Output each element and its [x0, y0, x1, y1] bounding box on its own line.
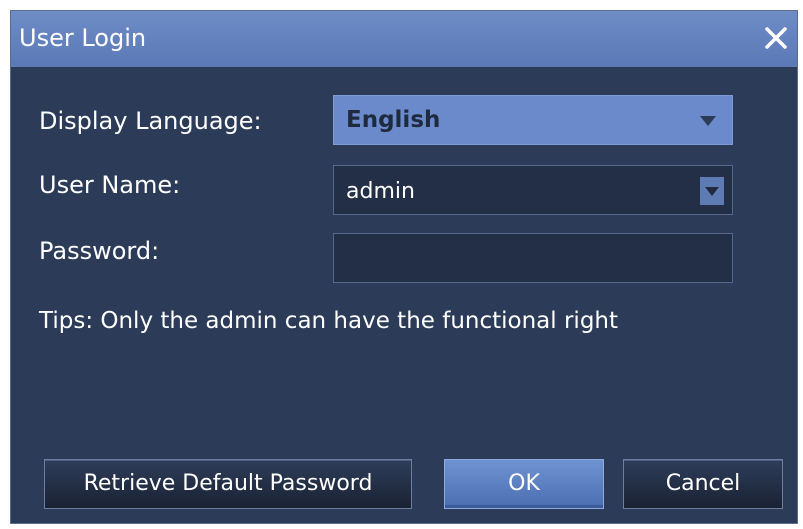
dropdown-arrow-button[interactable]	[700, 177, 724, 205]
display-language-select[interactable]: English	[333, 95, 733, 145]
user-name-select[interactable]: admin	[333, 165, 733, 215]
chevron-down-icon	[705, 187, 719, 196]
ok-button[interactable]: OK	[444, 459, 604, 509]
tips-text: Tips: Only the admin can have the functi…	[39, 308, 619, 334]
dialog-titlebar[interactable]: User Login	[11, 11, 797, 67]
user-name-value: admin	[346, 179, 415, 204]
login-dialog: User Login Display Language: English Use…	[10, 10, 798, 524]
user-name-label: User Name:	[39, 171, 181, 199]
close-icon[interactable]	[759, 21, 793, 55]
password-label: Password:	[39, 237, 160, 265]
password-input[interactable]	[333, 233, 733, 283]
chevron-down-icon[interactable]	[700, 116, 716, 126]
cancel-button[interactable]: Cancel	[623, 459, 783, 509]
display-language-label: Display Language:	[39, 107, 262, 135]
display-language-value: English	[346, 107, 441, 133]
dialog-title: User Login	[19, 24, 147, 52]
retrieve-default-password-button[interactable]: Retrieve Default Password	[44, 459, 412, 509]
